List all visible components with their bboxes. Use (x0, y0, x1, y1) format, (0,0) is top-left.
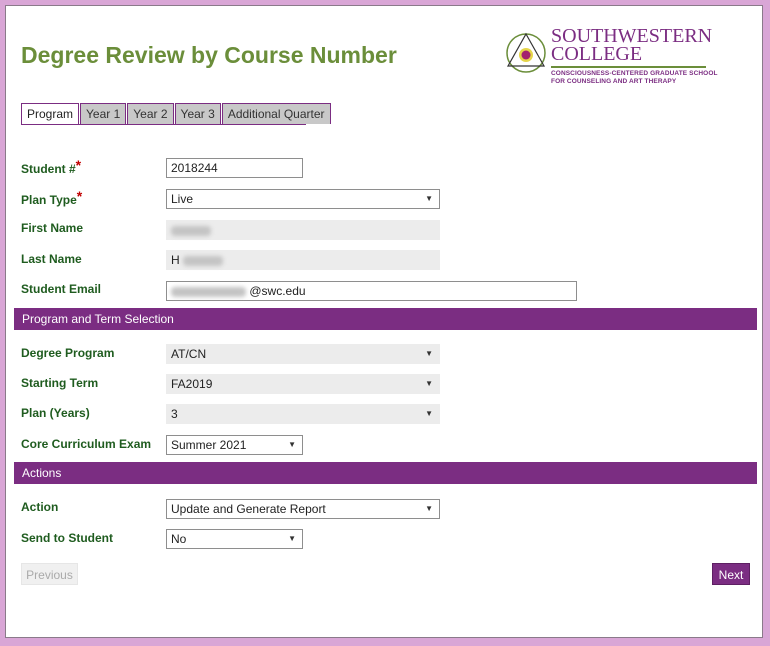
plan-type-select[interactable]: Live ▼ (166, 189, 440, 209)
chevron-down-icon: ▼ (425, 409, 433, 418)
plan-type-value: Live (171, 192, 194, 206)
send-to-student-select[interactable]: No ▼ (166, 529, 303, 549)
degree-program-value: AT/CN (171, 347, 207, 361)
student-email-label: Student Email (21, 282, 102, 296)
required-mark: * (75, 157, 82, 173)
plan-years-label: Plan (Years) (21, 406, 90, 420)
first-name-label: First Name (21, 221, 84, 235)
student-email-value: @swc.edu (249, 284, 306, 298)
core-exam-label: Core Curriculum Exam (21, 437, 152, 451)
last-name-field: H (166, 250, 440, 270)
action-value: Update and Generate Report (171, 502, 326, 516)
redacted-text (183, 255, 224, 266)
tab-underline (21, 124, 306, 125)
redacted-text (171, 286, 246, 297)
first-name-field (166, 220, 440, 240)
action-select[interactable]: Update and Generate Report ▼ (166, 499, 440, 519)
plan-years-value: 3 (171, 407, 178, 421)
core-exam-value: Summer 2021 (171, 438, 247, 452)
logo-subtitle-line2: FOR COUNSELING AND ART THERAPY (551, 78, 677, 85)
student-id-label: Student #* (21, 157, 82, 176)
starting-term-label: Starting Term (21, 376, 99, 390)
chevron-down-icon: ▼ (288, 440, 296, 449)
chevron-down-icon: ▼ (425, 379, 433, 388)
college-logo: SOUTHWESTERN COLLEGE CONSCIOUSNESS-CENTE… (503, 26, 717, 88)
logo-emblem-icon (506, 32, 546, 73)
student-email-input[interactable]: @swc.edu (166, 281, 577, 301)
starting-term-select: FA2019 ▼ (166, 374, 440, 394)
student-id-value: 2018244 (171, 161, 218, 175)
student-id-label-text: Student # (21, 162, 76, 176)
chevron-down-icon: ▼ (425, 504, 433, 513)
chevron-down-icon: ▼ (288, 534, 296, 543)
plan-years-select: 3 ▼ (166, 404, 440, 424)
redacted-text (171, 225, 211, 236)
tab-additional-quarter[interactable]: Additional Quarter (221, 103, 331, 124)
core-exam-select[interactable]: Summer 2021 ▼ (166, 435, 303, 455)
last-name-value: H (171, 253, 180, 267)
required-mark: * (76, 188, 83, 204)
tab-year-2[interactable]: Year 2 (127, 103, 174, 124)
student-id-input[interactable]: 2018244 (166, 158, 303, 178)
previous-button[interactable]: Previous (21, 563, 78, 585)
tab-bar: Program Year 1 Year 2 Year 3 Additional … (21, 103, 332, 125)
page-title: Degree Review by Course Number (21, 42, 397, 68)
logo-subtitle-line1: CONSCIOUSNESS-CENTERED GRADUATE SCHOOL (551, 70, 718, 77)
tab-program[interactable]: Program (21, 103, 80, 125)
next-button[interactable]: Next (712, 563, 750, 585)
degree-program-label: Degree Program (21, 346, 115, 360)
main-frame: Degree Review by Course Number SOUTHWEST… (5, 5, 763, 638)
logo-divider (551, 66, 706, 68)
tab-year-3[interactable]: Year 3 (174, 103, 221, 124)
send-to-student-value: No (171, 532, 187, 546)
plan-type-label-text: Plan Type (21, 193, 77, 207)
program-term-section-header: Program and Term Selection (14, 308, 757, 330)
starting-term-value: FA2019 (171, 377, 213, 391)
plan-type-label: Plan Type* (21, 188, 83, 207)
actions-section-header: Actions (14, 462, 757, 484)
logo-text-line2: COLLEGE (551, 43, 643, 65)
degree-program-select: AT/CN ▼ (166, 344, 440, 364)
chevron-down-icon: ▼ (425, 194, 433, 203)
action-label: Action (21, 500, 59, 514)
tab-year-1[interactable]: Year 1 (80, 103, 127, 124)
send-to-student-label: Send to Student (21, 531, 113, 545)
chevron-down-icon: ▼ (425, 349, 433, 358)
last-name-label: Last Name (21, 252, 82, 266)
